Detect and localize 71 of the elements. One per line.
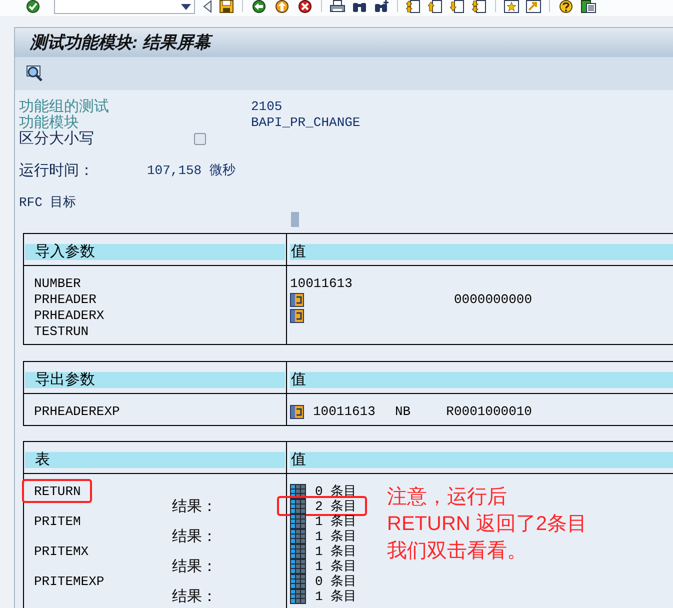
table-icon[interactable]: [290, 589, 306, 604]
parameter-value: 10011613: [313, 404, 376, 420]
column-header: 值: [290, 244, 673, 260]
table-name: PRITEM: [34, 514, 81, 529]
table-name: PRITEMX: [34, 544, 89, 559]
table-name: PRITEMEXP: [34, 574, 104, 589]
parameter-name: NUMBER: [34, 276, 81, 292]
checkbox-label: 区分大小写: [19, 131, 95, 147]
annotation-text: 注意，运行后 RETURN 返回了2条目 我们双击看看。: [387, 485, 588, 564]
print-icon[interactable]: [330, 0, 345, 13]
magnifier-icon[interactable]: [26, 65, 43, 82]
result-label: 结果：: [172, 529, 217, 544]
parameter-value: 0000000000: [452, 292, 532, 308]
table-icon[interactable]: [290, 574, 306, 589]
parameter-name: PRHEADERX: [34, 308, 104, 324]
rfc-target-field[interactable]: [291, 212, 299, 227]
parameter-name: PRHEADEREXP: [34, 404, 120, 420]
field-label: 功能组的测试: [19, 99, 110, 115]
entry-count: 1 条目: [315, 514, 357, 529]
checkbox[interactable]: [194, 133, 206, 145]
command-field[interactable]: [54, 0, 195, 14]
entry-count: 1 条目: [315, 544, 357, 559]
entry-count: 0 条目: [315, 574, 357, 589]
entry-count: 1 条目: [315, 529, 357, 544]
save-icon[interactable]: [219, 0, 234, 13]
triangle-left-icon[interactable]: [202, 0, 212, 13]
bracket-tile-icon[interactable]: [290, 293, 304, 307]
parameter-name: TESTRUN: [34, 324, 89, 340]
binoculars-icon[interactable]: [352, 0, 367, 13]
first-page-icon[interactable]: [406, 0, 421, 13]
window-title: 测试功能模块: 结果屏幕: [30, 32, 210, 52]
result-label: 结果：: [172, 559, 217, 574]
table-icon[interactable]: [290, 544, 306, 559]
parameter-value: R0001000010: [445, 404, 532, 420]
table-name: RETURN: [34, 484, 81, 499]
parameter-value: NB: [395, 404, 412, 420]
entry-count: 1 条目: [315, 589, 357, 604]
field-value: BAPI_PR_CHANGE: [251, 115, 360, 131]
parameter-name: PRHEADER: [34, 292, 96, 308]
entry-count: 1 条目: [315, 559, 357, 574]
column-header: 导入参数: [25, 244, 285, 260]
bracket-tile-icon[interactable]: [290, 405, 304, 419]
column-header: 导出参数: [25, 372, 285, 388]
field-label: 功能模块: [19, 115, 80, 131]
bracket-tile-icon[interactable]: [290, 309, 304, 323]
entry-count: 2 条目: [315, 499, 357, 514]
table-icon[interactable]: [290, 514, 306, 529]
binoculars-plus-icon[interactable]: [374, 0, 389, 13]
runtime-label: 运行时间：: [19, 163, 95, 179]
result-label: 结果：: [172, 499, 217, 514]
table-icon[interactable]: [290, 529, 306, 544]
last-page-icon[interactable]: [472, 0, 487, 13]
rfc-target-label: RFC 目标: [19, 195, 76, 211]
table-icon[interactable]: [290, 559, 306, 574]
document-list-icon[interactable]: [581, 0, 596, 13]
previous-page-icon[interactable]: [428, 0, 443, 13]
column-header: 值: [290, 452, 673, 468]
table-icon[interactable]: [290, 499, 306, 514]
cancel-icon[interactable]: [297, 0, 313, 13]
check-icon[interactable]: [25, 0, 41, 13]
column-header: 值: [290, 372, 673, 388]
window-star-icon[interactable]: [504, 0, 519, 13]
entry-count: 0 条目: [315, 484, 357, 499]
runtime-value: 107,158 微秒: [147, 163, 236, 179]
parameter-value: 10011613: [290, 276, 352, 292]
caret-icon: [181, 4, 191, 10]
column-header: 表: [25, 452, 285, 468]
next-page-icon[interactable]: [450, 0, 465, 13]
result-label: 结果：: [172, 589, 217, 604]
field-value: 2105: [251, 99, 282, 115]
help-icon[interactable]: [558, 0, 574, 13]
